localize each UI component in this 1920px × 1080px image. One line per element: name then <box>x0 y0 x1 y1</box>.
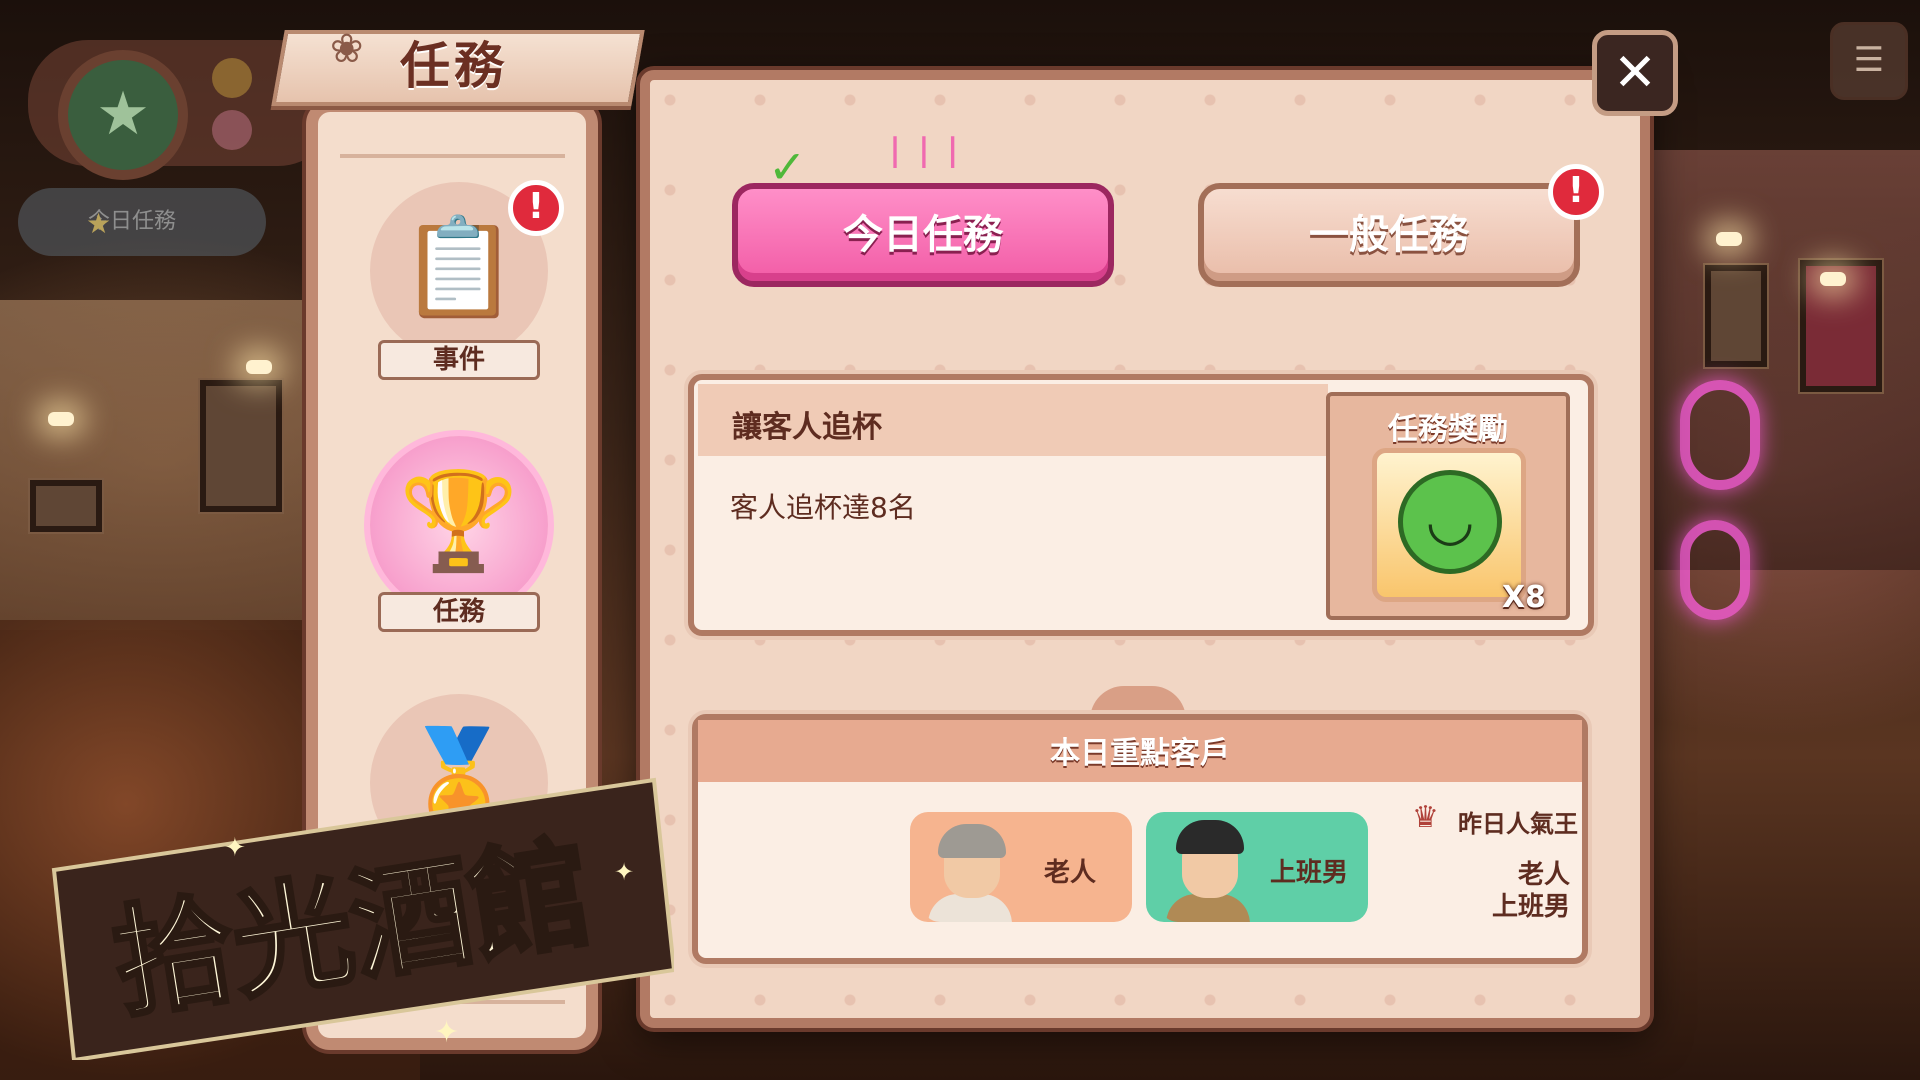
background-lamp <box>1716 232 1742 246</box>
sidebar-item-task[interactable]: 🏆 <box>370 436 548 614</box>
background-lamp <box>48 412 74 426</box>
coin-icon <box>212 58 252 98</box>
paw-icon: ❀ <box>330 26 364 72</box>
customer-name: 老人 <box>1044 858 1097 888</box>
background-painting <box>30 480 102 532</box>
customer-name: 上班男 <box>1270 858 1349 888</box>
background-painting <box>1705 265 1767 367</box>
menu-button[interactable]: ☰ <box>1830 22 1908 100</box>
key-customers-title: 本日重點客戶 <box>1050 736 1230 771</box>
reward-title: 任務獎勵 <box>1388 412 1508 447</box>
close-button[interactable]: ✕ <box>1592 30 1678 116</box>
popular-customer: 上班男 <box>1491 892 1570 922</box>
background-lamp <box>246 360 272 374</box>
trophy-icon: 🏆 <box>399 465 519 577</box>
background-lamp <box>1820 272 1846 286</box>
sidebar-item-label: 任務 <box>378 592 540 632</box>
general-tasks-alert-badge: ! <box>1548 164 1604 220</box>
crown-icon: ♛ <box>1412 800 1439 835</box>
office-man-avatar <box>1160 812 1256 922</box>
svg-text:✦: ✦ <box>224 833 246 863</box>
daily-task-shortcut[interactable]: 今日任務 <box>18 188 266 256</box>
background-neon-sign <box>1680 380 1760 490</box>
svg-text:✦: ✦ <box>614 858 634 886</box>
old-man-avatar <box>922 812 1018 922</box>
player-level-star-icon: ★ <box>58 50 188 180</box>
yesterday-popular-title: 昨日人氣王 <box>1458 810 1578 838</box>
sidebar-divider <box>340 154 565 158</box>
sidebar-item-label: 事件 <box>378 340 540 380</box>
event-alert-badge: ! <box>508 180 564 236</box>
tab-daily-tasks[interactable]: 今日任務 <box>732 183 1114 287</box>
smiley-icon: ◡ <box>1398 470 1502 574</box>
game-logo: 拾光酒館 ✦ ✦ ✦ <box>51 777 674 1060</box>
svg-text:✦: ✦ <box>434 1015 459 1050</box>
mission-description: 客人追杯達8名 <box>730 491 916 524</box>
mission-title: 讓客人追杯 <box>732 410 882 445</box>
page-title: 任務 <box>400 37 508 95</box>
reward-quantity: X8 <box>1502 580 1547 615</box>
background-painting <box>200 380 282 512</box>
sparkle-icon: ǀ ǀ ǀ <box>890 130 962 170</box>
background-neon-sign <box>1680 520 1750 620</box>
tab-general-tasks[interactable]: 一般任務 <box>1198 183 1580 287</box>
gem-icon <box>212 110 252 150</box>
star-icon: ★ <box>86 207 112 240</box>
